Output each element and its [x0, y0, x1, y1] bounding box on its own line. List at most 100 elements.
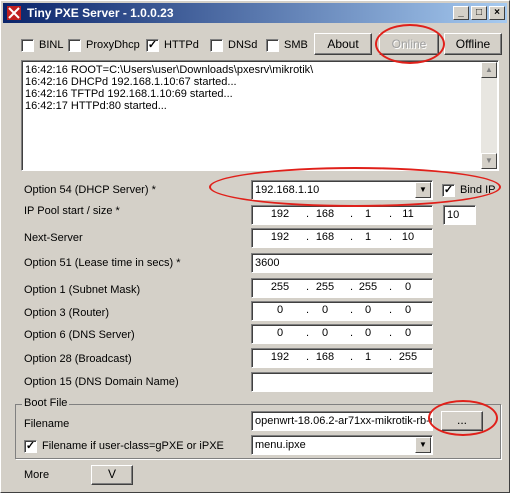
about-button[interactable]: About: [314, 33, 372, 55]
ip-dot: .: [389, 208, 393, 220]
option6-label: Option 6 (DNS Server): [24, 329, 135, 341]
ip-dot: .: [350, 281, 354, 293]
ip-dot: .: [350, 231, 354, 243]
smb-checkbox[interactable]: [266, 39, 279, 52]
ip-dot: .: [306, 351, 310, 363]
ip-octet: 0: [364, 327, 372, 339]
ip-octet: 255: [358, 281, 378, 293]
ip-octet: 168: [315, 231, 335, 243]
ip-octet: 0: [321, 304, 329, 316]
httpd-label: HTTPd: [164, 39, 199, 51]
ippool-label: IP Pool start / size *: [24, 205, 120, 217]
ip-dot: .: [306, 304, 310, 316]
ip-octet: 0: [404, 281, 412, 293]
ip-dot: .: [389, 231, 393, 243]
filename-label: Filename: [24, 418, 70, 430]
ip-dot: .: [306, 208, 310, 220]
option51-input[interactable]: 3600: [251, 253, 433, 273]
ip-dot: .: [350, 351, 354, 363]
option1-label: Option 1 (Subnet Mask): [24, 284, 141, 296]
more-label: More: [24, 469, 50, 481]
log-line: 16:42:17 HTTPd:80 started...: [25, 100, 167, 112]
filename-input[interactable]: openwrt-18.06.2-ar71xx-mikrotik-rb-nor: [251, 411, 433, 431]
ippool-start-input[interactable]: 192 . 168 . 1 . 11: [251, 205, 433, 225]
option54-value: 192.168.1.10: [255, 184, 320, 196]
scroll-up-icon[interactable]: ▲: [481, 62, 497, 78]
app-logo-icon: [7, 6, 21, 20]
nextserver-label: Next-Server: [24, 232, 83, 244]
proxydhcp-label: ProxyDhcp: [86, 39, 140, 51]
more-toggle-button[interactable]: V: [91, 465, 133, 485]
ip-octet: 0: [404, 327, 412, 339]
option3-label: Option 3 (Router): [24, 307, 109, 319]
close-button[interactable]: ×: [489, 6, 505, 20]
ip-dot: .: [350, 304, 354, 316]
log-line: 16:42:16 TFTPd 192.168.1.10:69 started..…: [25, 88, 233, 100]
bind-ip-checkbox[interactable]: ✓: [442, 184, 455, 197]
ip-octet: 192: [270, 208, 290, 220]
ip-dot: .: [306, 281, 310, 293]
option51-label: Option 51 (Lease time in secs) *: [24, 257, 181, 269]
log-textarea[interactable]: 16:42:16 ROOT=C:\Users\user\Downloads\px…: [21, 60, 499, 171]
ip-octet: 1: [364, 351, 372, 363]
ip-octet: 10: [401, 231, 415, 243]
main-window: Tiny PXE Server - 1.0.0.23 _ □ × BINL Pr…: [0, 0, 510, 493]
ip-octet: 0: [364, 304, 372, 316]
ip-dot: .: [389, 304, 393, 316]
option54-select[interactable]: 192.168.1.10 ▼: [251, 180, 433, 200]
proxydhcp-checkbox[interactable]: [68, 39, 81, 52]
ip-octet: 0: [276, 327, 284, 339]
ipxe-filename-select[interactable]: menu.ipxe ▼: [251, 435, 433, 455]
ip-dot: .: [350, 327, 354, 339]
offline-button[interactable]: Offline: [444, 33, 502, 55]
ip-octet: 255: [315, 281, 335, 293]
minimize-button[interactable]: _: [453, 6, 469, 20]
ip-dot: .: [306, 327, 310, 339]
binl-checkbox[interactable]: [21, 39, 34, 52]
maximize-button[interactable]: □: [471, 6, 487, 20]
bind-ip-label: Bind IP: [460, 184, 496, 196]
dns-server-input[interactable]: 0 . 0 . 0 . 0: [251, 324, 433, 344]
option15-label: Option 15 (DNS Domain Name): [24, 376, 179, 388]
dns-domain-input[interactable]: [251, 372, 433, 392]
ip-octet: 1: [364, 208, 372, 220]
ipxe-label: Filename if user-class=gPXE or iPXE: [42, 440, 224, 452]
chevron-down-icon[interactable]: ▼: [415, 182, 431, 198]
scroll-down-icon[interactable]: ▼: [481, 153, 497, 169]
dnsd-label: DNSd: [228, 39, 258, 51]
bootfile-group-title: Boot File: [22, 397, 70, 409]
ip-dot: .: [306, 231, 310, 243]
ip-octet: 0: [321, 327, 329, 339]
ip-octet: 0: [276, 304, 284, 316]
chevron-down-icon[interactable]: ▼: [415, 437, 431, 453]
log-lines: 16:42:16 ROOT=C:\Users\user\Downloads\px…: [25, 64, 313, 112]
ip-octet: 168: [315, 351, 335, 363]
log-line: 16:42:16 ROOT=C:\Users\user\Downloads\px…: [25, 64, 314, 76]
ipxe-filename-value: menu.ipxe: [255, 439, 306, 451]
ip-octet: 192: [270, 351, 290, 363]
router-input[interactable]: 0 . 0 . 0 . 0: [251, 301, 433, 321]
ip-octet: 255: [270, 281, 290, 293]
ippool-size-input[interactable]: 10: [443, 205, 476, 225]
log-scrollbar[interactable]: ▲ ▼: [481, 62, 497, 169]
subnet-mask-input[interactable]: 255 . 255 . 255 . 0: [251, 278, 433, 298]
online-button[interactable]: Online: [379, 33, 439, 55]
ip-octet: 0: [404, 304, 412, 316]
ip-octet: 1: [364, 231, 372, 243]
httpd-checkbox[interactable]: ✓: [146, 39, 159, 52]
window-title: Tiny PXE Server - 1.0.0.23: [27, 6, 174, 20]
ip-octet: 192: [270, 231, 290, 243]
ip-octet: 255: [398, 351, 418, 363]
ipxe-checkbox[interactable]: ✓: [24, 440, 37, 453]
option28-label: Option 28 (Broadcast): [24, 353, 132, 365]
nextserver-input[interactable]: 192 . 168 . 1 . 10: [251, 228, 433, 248]
broadcast-input[interactable]: 192 . 168 . 1 . 255: [251, 348, 433, 368]
option54-label: Option 54 (DHCP Server) *: [24, 184, 156, 196]
binl-label: BINL: [39, 39, 64, 51]
ip-dot: .: [389, 281, 393, 293]
dnsd-checkbox[interactable]: [210, 39, 223, 52]
browse-button[interactable]: ...: [441, 411, 483, 431]
ip-dot: .: [389, 327, 393, 339]
ip-octet: 11: [402, 208, 414, 220]
title-bar[interactable]: Tiny PXE Server - 1.0.0.23 _ □ ×: [3, 3, 507, 23]
